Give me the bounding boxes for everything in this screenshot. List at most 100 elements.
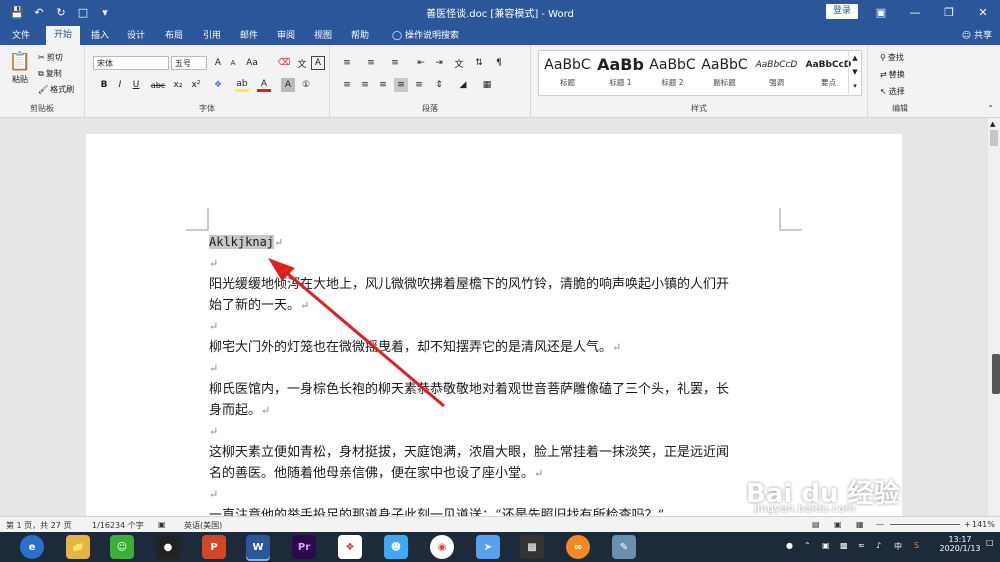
minimize-icon[interactable]: —	[898, 0, 932, 24]
increase-indent-icon[interactable]: ⇥	[432, 56, 446, 70]
find-button[interactable]: ⚲ 查找	[880, 52, 904, 63]
tray-up-icon[interactable]: ⌃	[804, 541, 811, 550]
zoom-slider[interactable]	[890, 524, 960, 525]
style-subtitle[interactable]: AaBbC 副标题	[698, 55, 751, 88]
bold-button[interactable]: B	[97, 78, 111, 92]
chat-bird-icon[interactable]: ☻	[384, 535, 408, 559]
word-count[interactable]: 1/16234 个字	[92, 520, 144, 531]
notes-icon[interactable]: ✎	[612, 535, 636, 559]
qq-icon[interactable]: ●	[156, 535, 180, 559]
tab-references[interactable]: 引用	[203, 28, 221, 41]
tray-volume-icon[interactable]: ♪	[876, 541, 881, 550]
scroll-up-icon[interactable]: ▲	[990, 120, 995, 128]
proofing-icon[interactable]: ▣	[158, 520, 166, 529]
tab-help[interactable]: 帮助	[351, 28, 369, 41]
cut-button[interactable]: ✂ 剪切	[38, 52, 63, 63]
wechat-icon[interactable]: ☺	[110, 535, 134, 559]
clear-formatting-icon[interactable]: ⌫	[277, 56, 291, 70]
tab-insert[interactable]: 插入	[91, 28, 109, 41]
replace-button[interactable]: ⇄ 替换	[880, 69, 905, 80]
clock[interactable]: 13:17 2020/1/13	[938, 535, 982, 553]
distributed-icon[interactable]: ≡	[412, 78, 426, 92]
tab-review[interactable]: 审阅	[277, 28, 295, 41]
tray-qq-icon[interactable]: ●	[786, 541, 793, 550]
select-button[interactable]: ↖ 选择	[880, 86, 905, 97]
restore-icon[interactable]: ❐	[932, 0, 966, 24]
copy-button[interactable]: ⧉ 复制	[38, 68, 62, 79]
shading-icon[interactable]: ◢	[456, 78, 470, 92]
strikethrough-button[interactable]: abc	[151, 78, 165, 92]
tray-ime[interactable]: 中	[894, 541, 902, 552]
zoom-out-icon[interactable]: —	[876, 520, 884, 529]
feishu-icon[interactable]: ➤	[476, 535, 500, 559]
italic-button[interactable]: I	[113, 78, 127, 92]
font-color-button[interactable]: A	[257, 78, 271, 92]
print-layout-icon[interactable]: ▣	[834, 520, 842, 529]
side-floating-widget[interactable]	[992, 354, 1000, 394]
tray-network-icon[interactable]: ▣	[822, 541, 830, 550]
app-red-icon[interactable]: ❖	[338, 535, 362, 559]
style-emphasis[interactable]: AaBbCcD 强调	[750, 55, 803, 88]
chinese-layout-icon[interactable]: 文	[452, 56, 466, 70]
superscript-button[interactable]: x²	[189, 78, 203, 92]
phonetic-guide-button[interactable]: 文	[295, 56, 309, 70]
multilevel-list-icon[interactable]: ≡	[388, 56, 402, 70]
tab-file[interactable]: 文件	[12, 28, 30, 41]
login-button[interactable]: 登录	[826, 4, 858, 19]
app-orange-icon[interactable]: ∞	[566, 535, 590, 559]
close-icon[interactable]: ✕	[966, 0, 1000, 24]
highlight-button[interactable]: ab	[235, 78, 249, 92]
show-marks-icon[interactable]: ¶	[492, 56, 506, 70]
read-mode-icon[interactable]: ▤	[812, 520, 820, 529]
premiere-icon[interactable]: Pr	[292, 535, 316, 559]
text-effects-icon[interactable]: ❖	[211, 78, 225, 92]
browser-360-icon[interactable]: e	[20, 535, 44, 559]
decrease-indent-icon[interactable]: ⇤	[414, 56, 428, 70]
tab-layout[interactable]: 布局	[165, 28, 183, 41]
style-title[interactable]: AaBbC 标题	[541, 55, 594, 88]
tab-home[interactable]: 开始	[46, 26, 81, 45]
zoom-in-icon[interactable]: +	[964, 520, 971, 529]
page-count[interactable]: 第 1 页，共 27 页	[6, 520, 71, 531]
character-shading-icon[interactable]: A	[281, 78, 295, 92]
style-heading-1[interactable]: AaBb 标题 1	[594, 55, 647, 88]
change-case-button[interactable]: Aa	[245, 56, 259, 70]
align-right-icon[interactable]: ≡	[376, 78, 390, 92]
align-center-icon[interactable]: ≡	[358, 78, 372, 92]
line-spacing-icon[interactable]: ⇕	[432, 78, 446, 92]
enclose-characters-icon[interactable]: ①	[299, 78, 313, 92]
video-editor-icon[interactable]: ▩	[520, 535, 544, 559]
tab-mailings[interactable]: 邮件	[240, 28, 258, 41]
font-family-select[interactable]: 宋体	[93, 56, 169, 70]
subscript-button[interactable]: x₂	[171, 78, 185, 92]
collapse-ribbon-icon[interactable]: ⌃	[987, 104, 994, 113]
chrome-icon[interactable]: ◉	[430, 535, 454, 559]
vertical-scrollbar[interactable]: ▲	[988, 118, 1000, 516]
shrink-font-button[interactable]: A	[226, 56, 240, 70]
sort-icon[interactable]: ⇅	[472, 56, 486, 70]
file-explorer-icon[interactable]: 📁	[66, 535, 90, 559]
powerpoint-icon[interactable]: P	[202, 535, 226, 559]
align-left-icon[interactable]: ≡	[340, 78, 354, 92]
character-border-button[interactable]: A	[311, 56, 325, 70]
web-layout-icon[interactable]: ▦	[856, 520, 864, 529]
tray-wifi-icon[interactable]: ≈	[858, 541, 865, 550]
scroll-thumb[interactable]	[990, 130, 998, 146]
language-indicator[interactable]: 英语(美国)	[184, 520, 222, 531]
underline-button[interactable]: U	[129, 78, 143, 92]
font-size-select[interactable]: 五号	[171, 56, 207, 70]
numbering-icon[interactable]: ≡	[364, 56, 378, 70]
word-icon[interactable]: W	[246, 535, 270, 559]
share-button[interactable]: ☺ 共享	[962, 28, 992, 41]
zoom-level[interactable]: 141%	[972, 520, 995, 529]
notifications-icon[interactable]: □	[986, 538, 994, 547]
ribbon-display-options-icon[interactable]: ▣	[864, 0, 898, 24]
tab-view[interactable]: 视图	[314, 28, 332, 41]
format-painter-button[interactable]: 🖌 格式刷	[38, 84, 74, 95]
justify-icon[interactable]: ≡	[394, 78, 408, 92]
grow-font-button[interactable]: A	[211, 56, 225, 70]
tell-me-search[interactable]: ◯ 操作说明搜索	[392, 28, 459, 41]
tray-display-icon[interactable]: ▩	[840, 541, 848, 550]
borders-icon[interactable]: ▦	[480, 78, 494, 92]
bullets-icon[interactable]: ≡	[340, 56, 354, 70]
